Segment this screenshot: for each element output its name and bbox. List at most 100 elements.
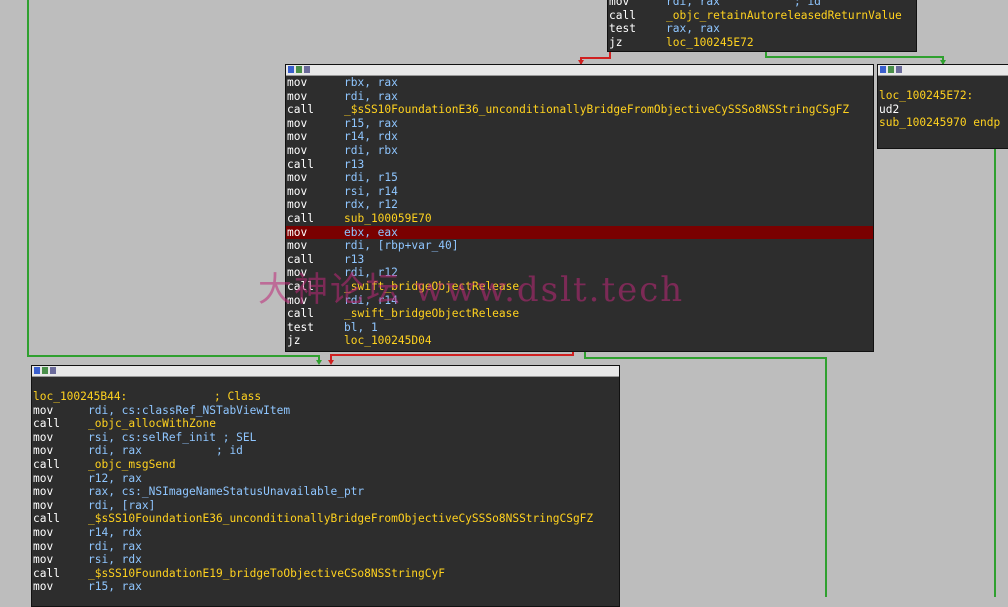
- mnemonic: mov: [33, 498, 54, 512]
- endp-line: sub_100245970 endp: [879, 116, 1001, 130]
- block-label-line[interactable]: loc_100245E72:: [878, 89, 1008, 103]
- operands: ebx, eax: [344, 225, 398, 239]
- operands: r13: [344, 157, 365, 171]
- code-line[interactable]: mov rsi, r14: [286, 185, 873, 199]
- mnemonic: mov: [287, 184, 308, 198]
- operands: rsi, r14: [344, 184, 398, 198]
- code-line[interactable]: mov rdi, cs:classRef_NSTabViewItem: [32, 404, 619, 418]
- block-list-icon[interactable]: [50, 367, 56, 374]
- code-block-bottom[interactable]: loc_100245B44: ; Class mov rdi, cs:classRe…: [31, 365, 620, 607]
- block-list-icon[interactable]: [304, 66, 310, 73]
- code-line[interactable]: mov rdi, rax ; id: [32, 444, 619, 458]
- edge-mid-red-h: [330, 354, 574, 356]
- code-line[interactable]: mov r14, rdx: [32, 526, 619, 540]
- mnemonic: mov: [287, 76, 308, 89]
- code-line[interactable]: sub_100245970 endp: [878, 116, 1008, 130]
- code-block-top[interactable]: mov rdi, rax ; id call _objc_retainAutorel…: [607, 0, 917, 52]
- mnemonic: mov: [33, 403, 54, 417]
- code-line[interactable]: mov rbx, rax: [286, 76, 873, 90]
- operands: _$sSS10FoundationE36_unconditionallyBrid…: [344, 103, 850, 117]
- code-line[interactable]: call _$sSS10FoundationE36_unconditionally…: [32, 512, 619, 526]
- code-line[interactable]: mov rdi, rax ; id: [608, 0, 916, 9]
- operands: _objc_retainAutoreleasedReturnValue: [666, 8, 902, 22]
- code-line[interactable]: mov rdi, rax: [32, 540, 619, 554]
- code-line[interactable]: ud2: [878, 103, 1008, 117]
- code-line[interactable]: mov rax, cs:_NSImageNameStatusUnavailable…: [32, 485, 619, 499]
- operands: loc_100245E72: [666, 35, 754, 49]
- operands: rbx, rax: [344, 76, 398, 89]
- label-comment: ; Class: [214, 390, 262, 403]
- mnemonic: jz: [287, 334, 301, 348]
- operands: _$sSS10FoundationE36_unconditionallyBrid…: [88, 512, 594, 526]
- operands: rdi, [rbp+var_40]: [344, 239, 459, 253]
- mnemonic: call: [287, 211, 314, 225]
- code-line[interactable]: mov rdi, rbx: [286, 144, 873, 158]
- code-line[interactable]: call _objc_msgSend: [32, 458, 619, 472]
- code-line[interactable]: mov rdi, [rax]: [32, 499, 619, 513]
- edge-top-green-h: [765, 56, 943, 58]
- mnemonic: call: [287, 157, 314, 171]
- operands: rdi, rax: [88, 539, 142, 553]
- operands: r15, rax: [344, 116, 398, 130]
- mnemonic: mov: [287, 171, 308, 185]
- mnemonic: mov: [287, 239, 308, 253]
- mnemonic: mov: [33, 553, 54, 567]
- block-graph-icon[interactable]: [888, 66, 894, 73]
- mnemonic: mov: [287, 89, 308, 103]
- block-titlebar[interactable]: [878, 65, 1008, 76]
- code-line[interactable]: jz loc_100245D04: [286, 334, 873, 348]
- block-titlebar[interactable]: [32, 366, 619, 377]
- block-titlebar[interactable]: [286, 65, 873, 76]
- block-color-icon[interactable]: [34, 367, 40, 374]
- code-line[interactable]: mov rsi, rdx: [32, 553, 619, 567]
- code-line[interactable]: mov rdx, r12: [286, 198, 873, 212]
- operands: _$sSS10FoundationE19_bridgeToObjectiveCS…: [88, 566, 445, 580]
- code-line[interactable]: call _$sSS10FoundationE36_unconditionally…: [286, 103, 873, 117]
- code-block-right[interactable]: loc_100245E72: ud2 sub_100245970 endp: [877, 64, 1008, 149]
- mnemonic: ud2: [879, 102, 900, 116]
- edge-top-red-h: [580, 57, 610, 59]
- operands: bl, 1: [344, 320, 378, 334]
- block-list-icon[interactable]: [896, 66, 902, 73]
- code-line[interactable]: mov rdi, rax: [286, 90, 873, 104]
- operands: loc_100245D04: [344, 334, 432, 348]
- code-line[interactable]: mov r14, rdx: [286, 130, 873, 144]
- code-line[interactable]: mov r12, rax: [32, 472, 619, 486]
- code-line[interactable]: test rax, rax: [608, 22, 916, 36]
- code-line[interactable]: mov r15, rax: [32, 580, 619, 594]
- code-line[interactable]: mov r15, rax: [286, 117, 873, 131]
- code-line[interactable]: call _objc_retainAutoreleasedReturnValue: [608, 9, 916, 23]
- operands: rdx, r12: [344, 198, 398, 212]
- mnemonic: mov: [287, 116, 308, 130]
- block-color-icon[interactable]: [880, 66, 886, 73]
- code-line[interactable]: call r13: [286, 158, 873, 172]
- code-line[interactable]: jz loc_100245E72: [608, 36, 916, 50]
- operands: rdi, [rax]: [88, 498, 156, 512]
- mnemonic: mov: [33, 471, 54, 485]
- edge-mid-green-v: [825, 357, 827, 597]
- block-graph-icon[interactable]: [42, 367, 48, 374]
- operands: r14, rdx: [344, 130, 398, 144]
- mnemonic: call: [33, 566, 60, 580]
- code-line[interactable]: call _objc_allocWithZone: [32, 417, 619, 431]
- code-line[interactable]: call sub_100059E70: [286, 212, 873, 226]
- code-line[interactable]: test bl, 1: [286, 321, 873, 335]
- mnemonic: test: [287, 320, 314, 334]
- block-graph-icon[interactable]: [296, 66, 302, 73]
- code-line-highlighted[interactable]: mov ebx, eax: [286, 225, 873, 240]
- operands: rdi, rbx: [344, 143, 398, 157]
- block-label: loc_100245B44:: [33, 390, 128, 403]
- operands: rax, cs:_NSImageNameStatusUnavailable_pt…: [88, 485, 365, 499]
- mnemonic: mov: [33, 539, 54, 553]
- code-line[interactable]: call _$sSS10FoundationE19_bridgeToObjecti…: [32, 567, 619, 581]
- block-color-icon[interactable]: [288, 66, 294, 73]
- mnemonic: mov: [33, 525, 54, 539]
- mnemonic: call: [33, 457, 60, 471]
- edge-left-horizontal: [27, 355, 319, 357]
- operands: _objc_msgSend: [88, 457, 176, 471]
- block-label-line[interactable]: loc_100245B44: ; Class: [32, 390, 619, 404]
- code-line[interactable]: mov rsi, cs:selRef_init ; SEL: [32, 431, 619, 445]
- code-line[interactable]: mov rdi, r15: [286, 171, 873, 185]
- mnemonic: mov: [33, 444, 54, 458]
- code-line[interactable]: mov rdi, [rbp+var_40]: [286, 239, 873, 253]
